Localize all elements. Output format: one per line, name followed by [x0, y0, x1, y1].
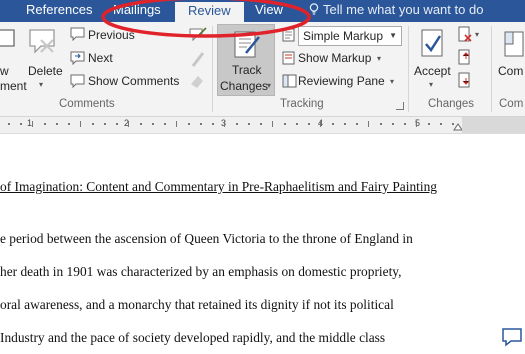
ruler-mark [8, 123, 10, 125]
compare-group-label: Com [499, 98, 524, 110]
ruler-mark [56, 123, 58, 125]
ruler-mark [380, 123, 382, 125]
accept-button[interactable]: Accept [414, 64, 451, 78]
reject-icon [458, 26, 472, 42]
markup-select-value: Simple Markup [303, 29, 384, 43]
new-comment-fragment-top[interactable]: w [0, 64, 9, 78]
reject-dropdown-arrow[interactable]: ▾ [475, 30, 479, 39]
ruler-mark [260, 123, 262, 125]
ruler-mark [44, 123, 46, 125]
group-separator [491, 26, 492, 112]
compare-button[interactable]: Com [498, 64, 523, 78]
previous-change-icon [458, 49, 470, 65]
reviewing-pane-dropdown-arrow[interactable]: ▾ [390, 77, 394, 86]
tracking-dialog-launcher[interactable] [396, 102, 404, 110]
reviewing-pane-icon [282, 74, 297, 88]
ruler-mark [308, 123, 310, 125]
next-button[interactable]: Next [88, 51, 113, 65]
ruler-mark [200, 123, 202, 125]
ruler-mark [440, 123, 442, 125]
track-changes-dropdown-arrow[interactable]: ▾ [267, 81, 271, 90]
document-line: her death in 1901 was characterized by a… [0, 264, 402, 279]
show-markup-dropdown-arrow[interactable]: ▾ [377, 54, 381, 63]
accept-icon [421, 29, 443, 57]
pen-icon [191, 52, 205, 67]
show-comments-button[interactable]: Show Comments [88, 74, 179, 88]
ruler-mark [428, 123, 430, 125]
tab-references[interactable]: References [26, 0, 92, 22]
ruler-mark [212, 123, 214, 125]
document-title: of Imagination: Content and Commentary i… [0, 179, 437, 194]
previous-comment-icon [70, 27, 85, 41]
delete-button[interactable]: Delete [28, 64, 63, 78]
ruler-mark [248, 123, 250, 125]
ruler-mark [68, 123, 70, 125]
document-line: Industry and the pace of society develop… [0, 330, 386, 345]
accept-dropdown-arrow[interactable]: ▾ [429, 80, 433, 89]
ruler-mark [332, 123, 334, 125]
tell-me-search[interactable]: Tell me what you want to do [309, 0, 483, 22]
eraser-icon [191, 76, 203, 88]
document-line: e period between the ascension of Queen … [0, 231, 413, 246]
new-comment-icon [0, 29, 15, 47]
ruler-mark [152, 123, 154, 125]
ruler-mark [32, 121, 33, 127]
ruler-mark [392, 123, 394, 125]
ruler-mark [176, 121, 177, 127]
ruler-mark [344, 123, 346, 125]
ruler-mark [296, 123, 298, 125]
group-separator [408, 26, 409, 112]
markup-select[interactable]: Simple Markup ▼ [298, 26, 402, 46]
show-markup-button[interactable]: Show Markup [298, 51, 371, 65]
ruler-mark [416, 121, 417, 127]
ruler-mark [236, 123, 238, 125]
show-markup-icon [282, 51, 295, 65]
delete-dropdown-arrow[interactable]: ▾ [39, 80, 43, 89]
track-changes-label-1: Track [232, 63, 262, 77]
ruler-mark [80, 121, 81, 127]
delete-comment-icon [29, 29, 55, 54]
track-changes-label-2: Changes [220, 79, 269, 93]
ruler-mark [320, 121, 321, 127]
tell-me-text: Tell me what you want to do [323, 2, 484, 17]
comments-group-label: Comments [59, 98, 115, 110]
comment-balloon-icon[interactable] [501, 327, 523, 347]
reviewing-pane-button[interactable]: Reviewing Pane [298, 74, 385, 88]
ruler-mark [92, 123, 94, 125]
next-change-icon [458, 72, 470, 88]
chevron-down-icon: ▼ [389, 31, 397, 40]
ruler-mark [272, 121, 273, 127]
ruler-mark [356, 123, 358, 125]
ruler-mark [224, 121, 225, 127]
horizontal-ruler[interactable]: 1 2 3 4 5 [0, 117, 525, 134]
ruler-mark [104, 123, 106, 125]
ruler-mark [20, 123, 22, 125]
show-comments-icon [70, 74, 85, 88]
document-page[interactable]: of Imagination: Content and Commentary i… [0, 134, 525, 354]
ruler-mark [284, 123, 286, 125]
annotation-ellipse [101, 0, 311, 38]
ruler-mark [140, 123, 142, 125]
ruler-mark [368, 121, 369, 127]
document-line: oral awareness, and a monarchy that reta… [0, 297, 394, 312]
ruler-margin-area [462, 117, 525, 133]
ruler-mark [116, 123, 118, 125]
next-comment-icon [70, 51, 85, 65]
changes-group-label: Changes [428, 98, 475, 110]
tracking-group-label: Tracking [280, 98, 324, 110]
new-comment-fragment[interactable]: ment [0, 79, 27, 93]
ruler-mark [128, 121, 129, 127]
ruler-mark [404, 123, 406, 125]
compare-icon [504, 31, 524, 57]
ruler-mark [188, 123, 190, 125]
ruler-mark [164, 123, 166, 125]
